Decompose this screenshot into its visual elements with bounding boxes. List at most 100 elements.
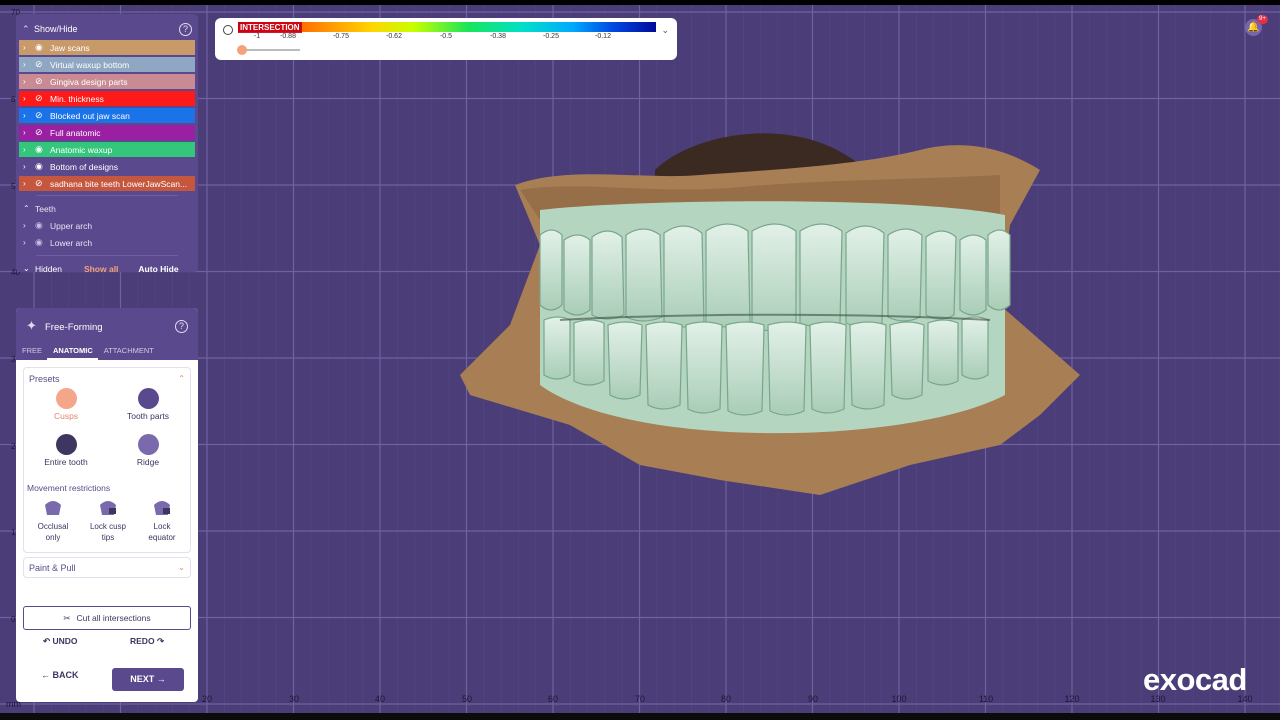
restriction-label-2: tips	[101, 533, 115, 542]
restriction-occlusal-only[interactable]: Occlusal only	[26, 499, 80, 543]
tab-anatomic[interactable]: ANATOMIC	[47, 345, 98, 360]
undo-button[interactable]: ↶ UNDO	[43, 636, 78, 647]
next-button[interactable]: NEXT →	[112, 668, 184, 691]
eye-icon[interactable]: ◉	[35, 161, 50, 172]
scale-tick: -0.5	[439, 33, 453, 40]
threshold-slider-track[interactable]	[242, 49, 300, 51]
eye-icon[interactable]: ◉	[35, 144, 50, 155]
scale-gradient: INTERSECTION	[238, 22, 656, 33]
undo-icon: ↶	[43, 636, 51, 646]
chevron-right-icon[interactable]: ›	[23, 111, 35, 120]
chevron-right-icon[interactable]: ›	[23, 94, 35, 103]
chevron-right-icon[interactable]: ›	[23, 179, 35, 188]
layer-item[interactable]: › ⊘ Gingiva design parts	[19, 74, 195, 89]
eye-off-icon[interactable]: ⊘	[35, 59, 50, 70]
tab-attachment[interactable]: ATTACHMENT	[98, 345, 159, 360]
restriction-lock-cusp-tips[interactable]: Lock cusp tips	[81, 499, 135, 543]
chevron-right-icon[interactable]: ›	[23, 43, 35, 52]
layer-item[interactable]: › ◉ Anatomic waxup	[19, 142, 195, 157]
preset-label: Tooth parts	[126, 411, 170, 421]
preset-cusps[interactable]: Cusps	[31, 388, 101, 421]
chevron-right-icon[interactable]: ›	[23, 238, 35, 247]
redo-button[interactable]: REDO ↷	[130, 636, 164, 647]
eye-off-icon[interactable]: ⊘	[35, 127, 50, 138]
preset-entire-tooth[interactable]: Entire tooth	[31, 434, 101, 467]
preset-label: Entire tooth	[44, 457, 88, 467]
teeth-item-lower-arch[interactable]: › ◉ Lower arch	[16, 234, 198, 251]
paint-pull-label: Paint & Pull	[29, 563, 76, 573]
teeth-item-upper-arch[interactable]: › ◉ Upper arch	[16, 217, 198, 234]
tooth-parts-icon	[137, 388, 159, 409]
chevron-right-icon[interactable]: ›	[23, 128, 35, 137]
x-axis-tick: 100	[891, 694, 907, 704]
cut-icon: ✂	[63, 612, 71, 623]
show-all-button[interactable]: Show all	[84, 264, 118, 274]
paint-pull-section[interactable]: Paint & Pull ⌄	[23, 557, 191, 578]
scale-tick: -0.88	[280, 33, 296, 40]
hidden-label: Hidden	[35, 263, 62, 274]
teeth-group-header[interactable]: ⌃ Teeth	[16, 200, 198, 217]
layer-item[interactable]: › ⊘ Virtual waxup bottom	[19, 57, 195, 72]
chevron-right-icon[interactable]: ›	[23, 162, 35, 171]
layer-item[interactable]: › ◉ Jaw scans	[19, 40, 195, 55]
x-axis-tick: 120	[1064, 694, 1080, 704]
scale-tick: -1	[253, 33, 261, 40]
teeth-item-label: Lower arch	[50, 237, 93, 248]
auto-hide-button[interactable]: Auto Hide	[138, 264, 178, 274]
free-forming-panel: ✦ Free-Forming ? FREE ANATOMIC ATTACHMEN…	[16, 308, 198, 702]
layer-item[interactable]: › ⊘ Min. thickness	[19, 91, 195, 106]
eye-icon[interactable]: ◉	[35, 220, 50, 231]
eye-icon[interactable]: ◉	[35, 42, 50, 53]
scale-tick: -0.62	[386, 33, 402, 40]
preset-ridge[interactable]: Ridge	[113, 434, 183, 467]
restriction-lock-equator[interactable]: Lock equator	[135, 499, 189, 543]
divider	[36, 255, 178, 256]
layer-item[interactable]: › ⊘ Blocked out jaw scan	[19, 108, 195, 123]
chevron-right-icon[interactable]: ›	[23, 145, 35, 154]
chevron-down-icon[interactable]: ⌄	[178, 563, 185, 572]
chevron-right-icon[interactable]: ›	[23, 77, 35, 86]
tab-free[interactable]: FREE	[16, 345, 47, 360]
eye-off-icon[interactable]: ⊘	[35, 110, 50, 121]
ridge-icon	[137, 434, 159, 455]
preset-label: Cusps	[53, 411, 79, 421]
hidden-group[interactable]: ⌄ Hidden Show all Auto Hide	[16, 260, 198, 277]
help-icon[interactable]: ?	[175, 320, 188, 333]
notification-badge: 9+	[1257, 15, 1268, 24]
layer-label: Virtual waxup bottom	[50, 59, 130, 70]
dental-model-3d[interactable]	[440, 125, 1100, 505]
chevron-down-icon[interactable]: ⌄	[661, 25, 669, 36]
gauge-icon[interactable]	[223, 25, 233, 35]
scale-tick: -0.75	[333, 33, 349, 40]
preset-tooth-parts[interactable]: Tooth parts	[113, 388, 183, 421]
restriction-label-1: Occlusal	[37, 522, 69, 531]
layer-label: Blocked out jaw scan	[50, 110, 130, 121]
help-icon[interactable]: ?	[179, 22, 192, 36]
cut-all-intersections-button[interactable]: ✂ Cut all intersections	[23, 606, 191, 630]
layer-item[interactable]: › ◉ Bottom of designs	[19, 159, 195, 174]
eye-off-icon[interactable]: ⊘	[35, 93, 50, 104]
eye-icon[interactable]: ◉	[35, 237, 50, 248]
chevron-right-icon[interactable]: ›	[23, 60, 35, 69]
layer-item[interactable]: › ⊘ sadhana bite teeth LowerJawScan...	[19, 176, 195, 191]
bottom-strip	[0, 713, 1280, 720]
threshold-slider-handle[interactable]	[237, 45, 247, 55]
eye-off-icon[interactable]: ⊘	[35, 76, 50, 87]
x-axis-tick: 30	[288, 694, 300, 704]
lock-cusp-tips-icon	[100, 501, 116, 515]
chevron-up-icon[interactable]: ⌃	[178, 374, 185, 384]
back-button[interactable]: ← BACK	[41, 670, 79, 680]
chevron-right-icon[interactable]: ›	[23, 221, 35, 230]
presets-header[interactable]: Presets ⌃	[24, 368, 190, 384]
restriction-label-2: equator	[148, 533, 176, 542]
show-hide-title: Show/Hide	[34, 24, 78, 34]
layer-item[interactable]: › ⊘ Full anatomic	[19, 125, 195, 140]
occlusal-only-icon	[45, 501, 61, 515]
x-axis-tick: 90	[807, 694, 819, 704]
magic-wand-icon: ✦	[26, 318, 37, 333]
scale-title: INTERSECTION	[238, 22, 302, 33]
cut-all-label: Cut all intersections	[76, 613, 151, 623]
entire-tooth-icon	[55, 434, 77, 455]
eye-off-icon[interactable]: ⊘	[35, 178, 50, 189]
show-hide-header[interactable]: ⌃ Show/Hide ?	[16, 18, 198, 40]
